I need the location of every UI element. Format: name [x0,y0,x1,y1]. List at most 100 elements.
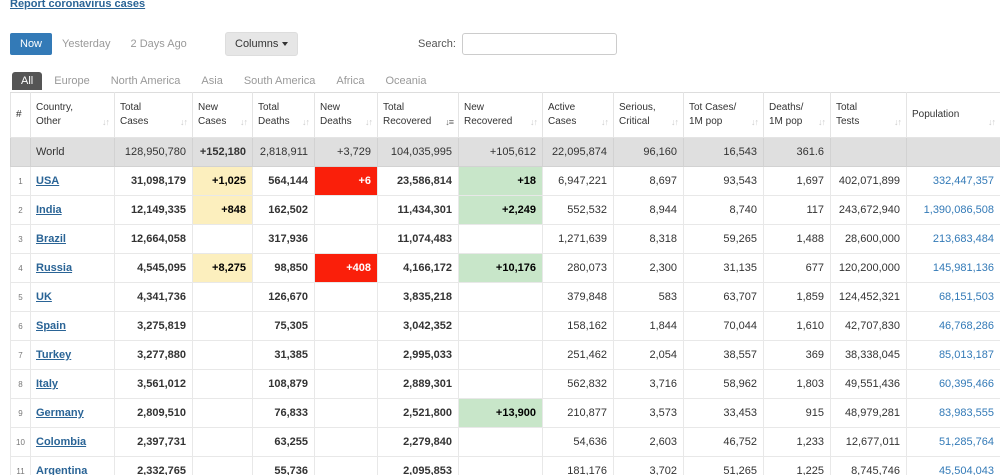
day-filter-2-days-ago[interactable]: 2 Days Ago [121,33,197,55]
sort-icon: ↓↑ [240,117,248,127]
tab-asia[interactable]: Asia [192,72,231,90]
cell-new-deaths [314,224,378,254]
tab-europe[interactable]: Europe [45,72,98,90]
cell-country[interactable]: India [30,195,115,225]
sort-icon: ↓↑ [988,117,996,127]
caret-down-icon [282,42,289,47]
header-serious[interactable]: Serious, Critical ↓↑ [613,92,684,138]
header-new-deaths[interactable]: New Deaths ↓↑ [314,92,378,138]
cell-serious: 2,300 [613,253,684,283]
tab-africa[interactable]: Africa [327,72,373,90]
day-filter-now[interactable]: Now [10,33,53,55]
columns-button[interactable]: Columns [225,32,299,56]
cell-population: 85,013,187 [906,340,1000,370]
cell-serious: 3,573 [613,398,684,428]
sort-icon: ↓↑ [671,117,679,127]
cell-total-tests: 49,551,436 [830,369,907,399]
header-total-recovered[interactable]: Total Recovered ↓≡ [377,92,459,138]
header-idx[interactable]: # [10,92,31,138]
tab-oceania[interactable]: Oceania [377,72,436,90]
tab-north-america[interactable]: North America [102,72,190,90]
cell-new-cases [192,369,253,399]
header-population[interactable]: Population ↓↑ [906,92,1000,138]
covid-table: # Country, Other ↓↑ Total Cases ↓↑ New Cases ↓… [10,92,1000,475]
cell-country[interactable]: Russia [30,253,115,283]
header-label: Active Cases [548,102,577,127]
cell-active-cases: 22,095,874 [542,137,614,167]
table-row: 2 India 12,149,335 +848 162,502 11,434,301 +2,… [10,195,1000,225]
cell-total-cases: 12,664,058 [114,224,193,254]
cell-new-deaths [314,195,378,225]
header-new-recovered[interactable]: New Recovered ↓↑ [458,92,543,138]
header-active-cases[interactable]: Active Cases ↓↑ [542,92,614,138]
cell-total-tests: 42,707,830 [830,311,907,341]
cell-tot-cases-1m: 8,740 [683,195,764,225]
header-total-cases[interactable]: Total Cases ↓↑ [114,92,193,138]
day-filter-yesterday[interactable]: Yesterday [52,33,121,55]
search-input[interactable] [462,33,617,55]
tab-all[interactable]: All [12,72,43,90]
cell-serious: 8,697 [613,166,684,196]
cell-total-tests: 28,600,000 [830,224,907,254]
cell-deaths-1m: 915 [763,398,831,428]
cell-total-deaths: 55,736 [252,456,315,475]
cell-serious: 3,716 [613,369,684,399]
header-total-deaths[interactable]: Total Deaths ↓↑ [252,92,315,138]
table-row: 10 Colombia 2,397,731 63,255 2,279,840 54,636… [10,427,1000,457]
cell-new-recovered: +10,176 [458,253,543,283]
cell-deaths-1m: 1,488 [763,224,831,254]
cell-total-cases: 4,341,736 [114,282,193,312]
cell-total-tests: 243,672,940 [830,195,907,225]
cell-total-deaths: 75,305 [252,311,315,341]
cell-idx: 9 [10,398,31,428]
cell-active-cases: 552,532 [542,195,614,225]
cell-total-tests: 124,452,321 [830,282,907,312]
cell-deaths-1m: 677 [763,253,831,283]
cell-deaths-1m: 1,859 [763,282,831,312]
cell-country[interactable]: Brazil [30,224,115,254]
report-cases-link[interactable]: Report coronavirus cases [10,0,145,10]
cell-new-recovered [458,369,543,399]
cell-total-tests: 38,338,045 [830,340,907,370]
cell-total-recovered: 2,095,853 [377,456,459,475]
header-deaths-1m[interactable]: Deaths/ 1M pop ↓↑ [763,92,831,138]
cell-idx: 1 [10,166,31,196]
tab-south-america[interactable]: South America [235,72,325,90]
cell-new-cases [192,224,253,254]
sort-icon: ↓↑ [102,117,110,127]
cell-deaths-1m: 1,803 [763,369,831,399]
cell-tot-cases-1m: 31,135 [683,253,764,283]
cell-total-cases: 4,545,095 [114,253,193,283]
cell-country[interactable]: UK [30,282,115,312]
cell-country[interactable]: Turkey [30,340,115,370]
table-row: 8 Italy 3,561,012 108,879 2,889,301 562,832 3,… [10,369,1000,399]
cell-country[interactable]: Italy [30,369,115,399]
header-tot-cases-1m[interactable]: Tot Cases/ 1M pop ↓↑ [683,92,764,138]
cell-tot-cases-1m: 59,265 [683,224,764,254]
cell-population: 145,981,136 [906,253,1000,283]
cell-idx: 8 [10,369,31,399]
cell-active-cases: 181,176 [542,456,614,475]
cell-deaths-1m: 1,225 [763,456,831,475]
cell-total-recovered: 2,889,301 [377,369,459,399]
cell-total-recovered: 2,521,800 [377,398,459,428]
cell-deaths-1m: 369 [763,340,831,370]
sort-icon: ↓↑ [530,117,538,127]
cell-serious: 8,944 [613,195,684,225]
cell-country[interactable]: Colombia [30,427,115,457]
cell-country[interactable]: USA [30,166,115,196]
cell-idx: 2 [10,195,31,225]
cell-country[interactable]: Germany [30,398,115,428]
cell-total-recovered: 3,835,218 [377,282,459,312]
header-total-tests[interactable]: Total Tests ↓↑ [830,92,907,138]
cell-country[interactable]: Argentina [30,456,115,475]
header-new-cases[interactable]: New Cases ↓↑ [192,92,253,138]
cell-new-cases [192,340,253,370]
cell-new-cases [192,282,253,312]
header-country[interactable]: Country, Other ↓↑ [30,92,115,138]
cell-total-cases: 3,277,880 [114,340,193,370]
cell-country[interactable]: Spain [30,311,115,341]
cell-idx: 6 [10,311,31,341]
cell-new-recovered [458,224,543,254]
cell-serious: 8,318 [613,224,684,254]
